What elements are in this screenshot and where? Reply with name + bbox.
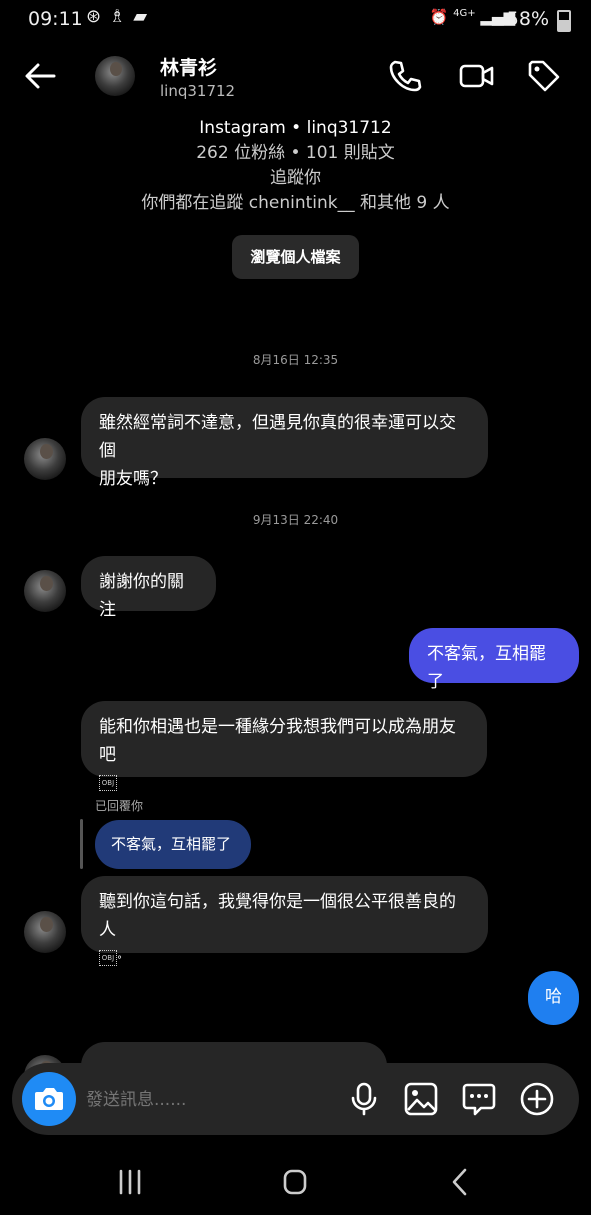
tag-button[interactable] [526, 58, 562, 94]
sender-avatar[interactable] [24, 438, 66, 480]
system-navigation-bar [0, 1150, 591, 1215]
status-time: 09:11 [28, 8, 83, 30]
contact-name[interactable]: 林青衫 [160, 53, 217, 80]
reply-line [80, 819, 83, 869]
reply-quote[interactable]: 不客氣，互相罷了 [95, 820, 251, 869]
arrow-left-icon [25, 63, 56, 89]
follows-you-text: 追蹤你 [270, 168, 321, 188]
message-incoming[interactable]: 能和你相遇也是一種緣分我想我們可以成為朋友吧 OBJ [81, 701, 487, 791]
status-right-icons: ⏰ 4G+ ▂▄▆ [430, 8, 515, 26]
gallery-button[interactable] [403, 1081, 439, 1117]
avatar[interactable] [95, 56, 135, 96]
message-outgoing[interactable]: 哈 [528, 971, 579, 1025]
message-incoming[interactable]: 聽到你這句話，我覺得你是一個很公平很善良的人 OBJ ° [81, 876, 488, 966]
status-bar: 09:11 ⊛♗▰ ⏰ 4G+ ▂▄▆ 58% [0, 0, 591, 38]
obj-placeholder-icon: OBJ [99, 950, 117, 966]
obj-placeholder-icon: OBJ [99, 775, 117, 791]
message-text: 不客氣，互相罷了 [427, 644, 546, 692]
recent-apps-icon [119, 1169, 141, 1195]
battery-icon [557, 10, 571, 32]
reply-quote-text: 不客氣，互相罷了 [111, 835, 232, 853]
message-text: 能和你相遇也是一種緣分我想我們可以成為朋友吧 [99, 717, 456, 765]
message-text: 雖然經常詞不達意，但遇見你真的很幸運可以交個 [99, 413, 456, 461]
back-button[interactable] [22, 58, 58, 94]
video-call-button[interactable] [459, 58, 495, 94]
message-outgoing[interactable]: 不客氣，互相罷了 [409, 628, 579, 692]
message-text: 哈 [545, 987, 562, 1007]
notification-eye-icon: ⊛ [86, 6, 110, 27]
call-button[interactable] [387, 58, 423, 94]
date-separator: 8月16日 12:35 [252, 353, 339, 367]
message-text: 聽到你這句話，我覺得你是一個很公平很善良的人 [99, 892, 456, 940]
profile-stats: 262 位粉絲 • 101 則貼文 [196, 143, 395, 163]
mutual-follows-text: 你們都在追蹤 chenintink__ 和其他 9 人 [141, 193, 450, 213]
video-camera-icon [459, 64, 494, 88]
home-icon [283, 1169, 307, 1195]
more-options-button[interactable] [519, 1081, 555, 1117]
camera-icon [35, 1088, 63, 1110]
recent-apps-button[interactable] [110, 1164, 150, 1200]
message-text: 朋友嗎？ [99, 469, 167, 489]
emoji-placeholder: OBJ ° [99, 944, 470, 975]
chevron-left-icon [452, 1168, 467, 1196]
sender-avatar[interactable] [24, 570, 66, 612]
message-incoming[interactable]: 謝謝你的關注 [81, 556, 216, 620]
voice-message-button[interactable] [346, 1081, 382, 1117]
notification-icons: ⊛♗▰ [86, 6, 155, 27]
notification-user-icon: ♗ [109, 6, 134, 27]
camera-button[interactable] [22, 1072, 76, 1126]
message-input[interactable] [86, 1087, 326, 1113]
tag-icon [528, 60, 560, 92]
home-button[interactable] [275, 1164, 315, 1200]
phone-icon [389, 60, 422, 92]
emoji-placeholder: OBJ [99, 769, 469, 797]
system-back-button[interactable] [441, 1164, 481, 1200]
alarm-icon: ⏰ [429, 8, 449, 26]
sticker-button[interactable] [461, 1081, 497, 1117]
chat-header: 林青衫 linq31712 [0, 40, 591, 112]
message-incoming[interactable]: 雖然經常詞不達意，但遇見你真的很幸運可以交個 朋友嗎？ [81, 397, 488, 489]
date-separator: 9月13日 22:40 [252, 513, 339, 527]
message-text: 謝謝你的關注 [99, 572, 184, 620]
view-profile-button[interactable]: 瀏覽個人檔案 [232, 235, 359, 279]
sender-avatar[interactable] [24, 911, 66, 953]
profile-platform-handle: Instagram • linq31712 [199, 118, 392, 138]
notification-message-icon: ▰ [133, 6, 156, 27]
contact-handle[interactable]: linq31712 [160, 82, 235, 100]
plus-circle-icon [520, 1082, 554, 1116]
microphone-icon [351, 1082, 377, 1116]
profile-summary: Instagram • linq31712 262 位粉絲 • 101 則貼文 … [0, 116, 591, 216]
battery-percent: 58% [506, 8, 549, 30]
image-icon [404, 1082, 438, 1116]
network-type: 4G+ [453, 8, 476, 19]
reply-label: 已回覆你 [95, 799, 144, 813]
chat-bubble-icon [462, 1083, 496, 1116]
message-composer [12, 1063, 579, 1135]
